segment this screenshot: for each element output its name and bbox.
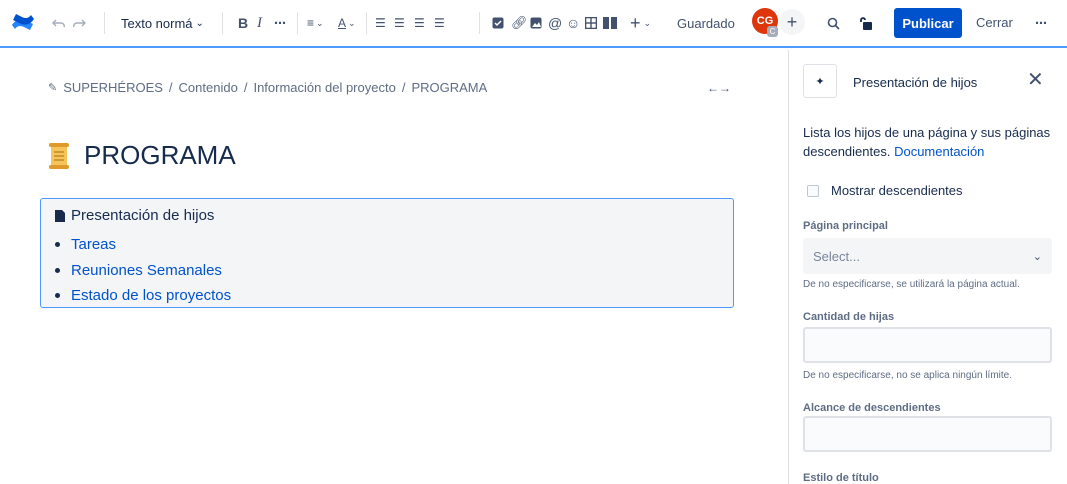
macro-icon: ✦ (803, 64, 837, 98)
macro-heading-label: Presentación de hijos (71, 207, 215, 224)
breadcrumb-separator: / (401, 80, 406, 95)
toolbar-divider (104, 12, 105, 34)
documentation-link[interactable]: Documentación (894, 144, 984, 159)
indent-icon[interactable]: ☰ (434, 0, 445, 46)
invite-plus-icon[interactable]: + (779, 9, 805, 35)
breadcrumb-separator: / (168, 80, 173, 95)
heading-style-label: Estilo de título (803, 472, 879, 484)
child-count-label: Cantidad de hijas (803, 311, 895, 323)
show-descendants-label: Mostrar descendientes (831, 183, 963, 198)
text-style-label: Texto normá (121, 15, 193, 31)
undo-icon[interactable] (52, 0, 66, 46)
toolbar-divider (366, 12, 367, 34)
toolbar-divider (479, 12, 480, 34)
scroll-emoji-icon[interactable] (48, 142, 70, 170)
page-title[interactable]: PROGRAMA (84, 140, 236, 171)
emoji-icon[interactable]: ☺ (566, 0, 580, 46)
avatar-badge: C (767, 26, 778, 37)
panel-title: Presentación de hijos (853, 75, 978, 90)
parent-page-label: Página principal (803, 220, 888, 232)
macro-config-panel: ✦ Presentación de hijos ✕ Lista los hijo… (788, 50, 1067, 484)
child-page-link[interactable]: Tareas (55, 232, 231, 258)
page-icon (55, 209, 65, 222)
breadcrumb: ✎ SUPERHÉROES / Contenido / Información … (48, 80, 487, 95)
redo-icon[interactable] (72, 0, 86, 46)
image-icon[interactable] (530, 0, 542, 46)
child-count-field[interactable] (803, 327, 1052, 363)
layout-icon[interactable] (603, 0, 617, 46)
pencil-icon: ✎ (48, 82, 58, 94)
breadcrumb-item[interactable]: Contenido (179, 80, 238, 95)
outdent-icon[interactable]: ☰ (414, 0, 425, 46)
expand-width-icon[interactable]: ←→ (707, 81, 731, 95)
save-status: Guardado (677, 15, 735, 31)
child-page-link[interactable]: Reuniones Semanales (55, 258, 231, 284)
depth-field[interactable] (803, 416, 1052, 452)
children-list: Tareas Reuniones Semanales Estado de los… (55, 232, 231, 309)
bold-icon[interactable]: B (238, 0, 248, 46)
more-options-icon[interactable]: ⋯ (1035, 0, 1047, 46)
numbered-list-icon[interactable]: ☰ (394, 0, 405, 46)
chevron-down-icon: ⌄ (1032, 250, 1042, 263)
table-icon[interactable] (585, 0, 597, 46)
align-icon[interactable]: ≡ ⌄ (307, 0, 324, 46)
more-formatting-icon[interactable]: ⋯ (274, 0, 286, 46)
mention-icon[interactable]: @ (548, 0, 562, 46)
toolbar-divider (297, 12, 298, 34)
link-icon[interactable]: 🔗︎ (511, 0, 528, 46)
child-page-link[interactable]: Estado de los proyectos (55, 283, 231, 309)
search-icon[interactable] (827, 0, 840, 46)
close-icon[interactable]: ✕ (1027, 67, 1044, 92)
text-color-icon[interactable]: A ⌄ (338, 0, 356, 46)
publish-button[interactable]: Publicar (894, 8, 962, 38)
toolbar-divider (222, 12, 223, 34)
breadcrumb-item[interactable]: SUPERHÉROES (63, 80, 163, 95)
breadcrumb-item[interactable]: Información del proyecto (253, 80, 395, 95)
breadcrumb-item[interactable]: PROGRAMA (411, 80, 487, 95)
show-descendants-option[interactable]: Mostrar descendientes (807, 183, 963, 198)
action-item-icon[interactable] (492, 0, 504, 46)
parent-page-select[interactable]: Select... ⌄ (803, 238, 1052, 274)
confluence-logo-icon[interactable] (10, 11, 36, 33)
show-descendants-checkbox[interactable] (807, 184, 819, 197)
bullet-list-icon[interactable]: ☰ (375, 0, 386, 46)
parent-page-helper: De no especificarse, se utilizará la pág… (803, 279, 1020, 290)
children-display-macro[interactable]: Presentación de hijos Tareas Reuniones S… (40, 198, 734, 308)
close-button[interactable]: Cerrar (976, 15, 1013, 30)
macro-heading: Presentación de hijos (55, 207, 214, 224)
parent-page-placeholder: Select... (813, 248, 860, 264)
text-style-dropdown[interactable]: Texto normá ⌄ (121, 0, 204, 46)
insert-plus-icon[interactable]: + ⌄ (630, 0, 651, 46)
editor-toolbar: Texto normá ⌄ B I ⋯ ≡ ⌄ A ⌄ ☰ ☰ ☰ ☰ 🔗︎ @ ☺… (0, 0, 1067, 48)
breadcrumb-separator: / (243, 80, 248, 95)
italic-icon[interactable]: I (257, 0, 262, 46)
restrictions-unlock-icon[interactable] (858, 0, 872, 46)
chevron-down-icon: ⌄ (195, 17, 204, 29)
depth-label: Alcance de descendientes (803, 402, 941, 414)
panel-description: Lista los hijos de una página y sus pági… (803, 123, 1053, 161)
page-title-row: PROGRAMA (48, 140, 236, 171)
child-count-helper: De no especificarse, no se aplica ningún… (803, 370, 1013, 381)
